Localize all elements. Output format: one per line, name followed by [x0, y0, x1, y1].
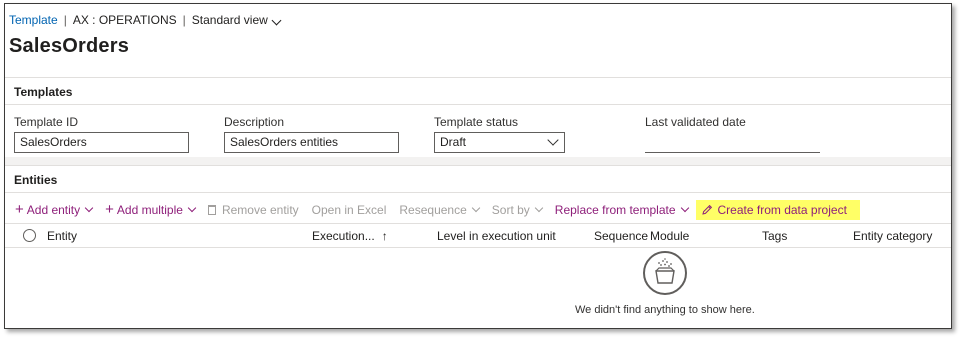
pencil-icon — [701, 204, 712, 215]
breadcrumb: Template | AX : OPERATIONS | Standard vi… — [9, 11, 282, 29]
templates-section-header[interactable]: Templates — [14, 85, 72, 99]
divider — [5, 192, 951, 193]
column-header-entity-category[interactable]: Entity category — [853, 229, 932, 243]
empty-box-icon — [643, 251, 687, 295]
remove-entity-button[interactable]: Remove entity — [207, 203, 299, 217]
select-all-radio[interactable] — [23, 229, 36, 242]
template-id-label: Template ID — [14, 115, 79, 129]
entities-toolbar: + Add entity + Add multiple Remove entit… — [15, 199, 873, 221]
chevron-down-icon — [534, 203, 544, 213]
last-validated-label: Last validated date — [645, 115, 746, 129]
template-status-value: Draft — [440, 135, 467, 149]
view-selector[interactable]: Standard view — [191, 13, 282, 27]
entities-section: Entities + Add entity + Add multiple Rem… — [5, 165, 951, 328]
description-field: Description SalesOrders entities — [224, 115, 399, 153]
section-gap — [5, 157, 951, 165]
column-header-tags[interactable]: Tags — [762, 229, 787, 243]
templates-section: Templates Template ID SalesOrders Descri… — [5, 77, 951, 159]
plus-icon: + — [15, 201, 24, 218]
add-multiple-label: Add multiple — [116, 203, 183, 217]
column-header-module[interactable]: Module — [650, 229, 689, 243]
add-multiple-button[interactable]: + Add multiple — [105, 201, 197, 218]
entities-section-header[interactable]: Entities — [14, 173, 57, 187]
view-selector-label: Standard view — [191, 13, 268, 27]
open-in-excel-button[interactable]: Open in Excel — [312, 203, 387, 217]
plus-icon: + — [105, 201, 114, 218]
template-status-label: Template status — [434, 115, 519, 129]
replace-from-template-button[interactable]: Replace from template — [554, 203, 689, 217]
template-id-input[interactable]: SalesOrders — [14, 132, 189, 153]
last-validated-field: Last validated date — [645, 115, 820, 153]
company-label: AX : OPERATIONS — [72, 13, 177, 27]
add-entity-button[interactable]: + Add entity — [15, 201, 94, 218]
template-status-select[interactable]: Draft — [434, 132, 565, 153]
chevron-down-icon — [187, 203, 197, 213]
chevron-down-icon — [84, 203, 94, 213]
column-header-execution-label: Execution... — [312, 229, 375, 243]
column-header-execution[interactable]: Execution... ↑ — [312, 229, 388, 243]
template-id-field: Template ID SalesOrders — [14, 115, 189, 153]
chevron-down-icon — [471, 203, 481, 213]
create-from-data-project-button[interactable]: Create from data project — [695, 200, 860, 220]
resequence-label: Resequence — [399, 203, 467, 217]
empty-box-graphic — [655, 258, 675, 284]
app-window: Template | AX : OPERATIONS | Standard vi… — [4, 3, 952, 329]
last-validated-value[interactable] — [645, 132, 820, 153]
chevron-down-icon — [547, 134, 559, 146]
sort-up-arrow-icon: ↑ — [381, 229, 388, 243]
column-header-sequence[interactable]: Sequence — [594, 229, 648, 243]
column-header-level[interactable]: Level in execution unit — [437, 229, 556, 243]
resequence-button[interactable]: Resequence — [399, 203, 481, 217]
sort-by-button[interactable]: Sort by — [491, 203, 544, 217]
page-title: SalesOrders — [9, 35, 130, 57]
chevron-down-icon — [680, 203, 689, 213]
create-from-data-project-label: Create from data project — [717, 203, 847, 217]
remove-entity-label: Remove entity — [221, 203, 299, 217]
empty-state-message: We didn't find anything to show here. — [575, 304, 755, 316]
sort-by-label: Sort by — [491, 203, 530, 217]
divider — [5, 104, 951, 105]
breadcrumb-template-link[interactable]: Template — [9, 13, 58, 27]
replace-from-template-label: Replace from template — [554, 203, 676, 217]
description-input[interactable]: SalesOrders entities — [224, 132, 399, 153]
open-in-excel-label: Open in Excel — [311, 203, 387, 217]
chevron-down-icon — [271, 15, 282, 26]
add-entity-label: Add entity — [26, 203, 81, 217]
template-status-field: Template status Draft — [434, 115, 565, 153]
breadcrumb-separator: | — [63, 13, 67, 27]
trash-icon — [207, 205, 216, 215]
description-label: Description — [224, 115, 285, 129]
entities-grid-header: Entity Execution... ↑ Level in execution … — [5, 224, 951, 248]
column-header-entity[interactable]: Entity — [47, 229, 77, 243]
breadcrumb-separator: | — [182, 13, 186, 27]
